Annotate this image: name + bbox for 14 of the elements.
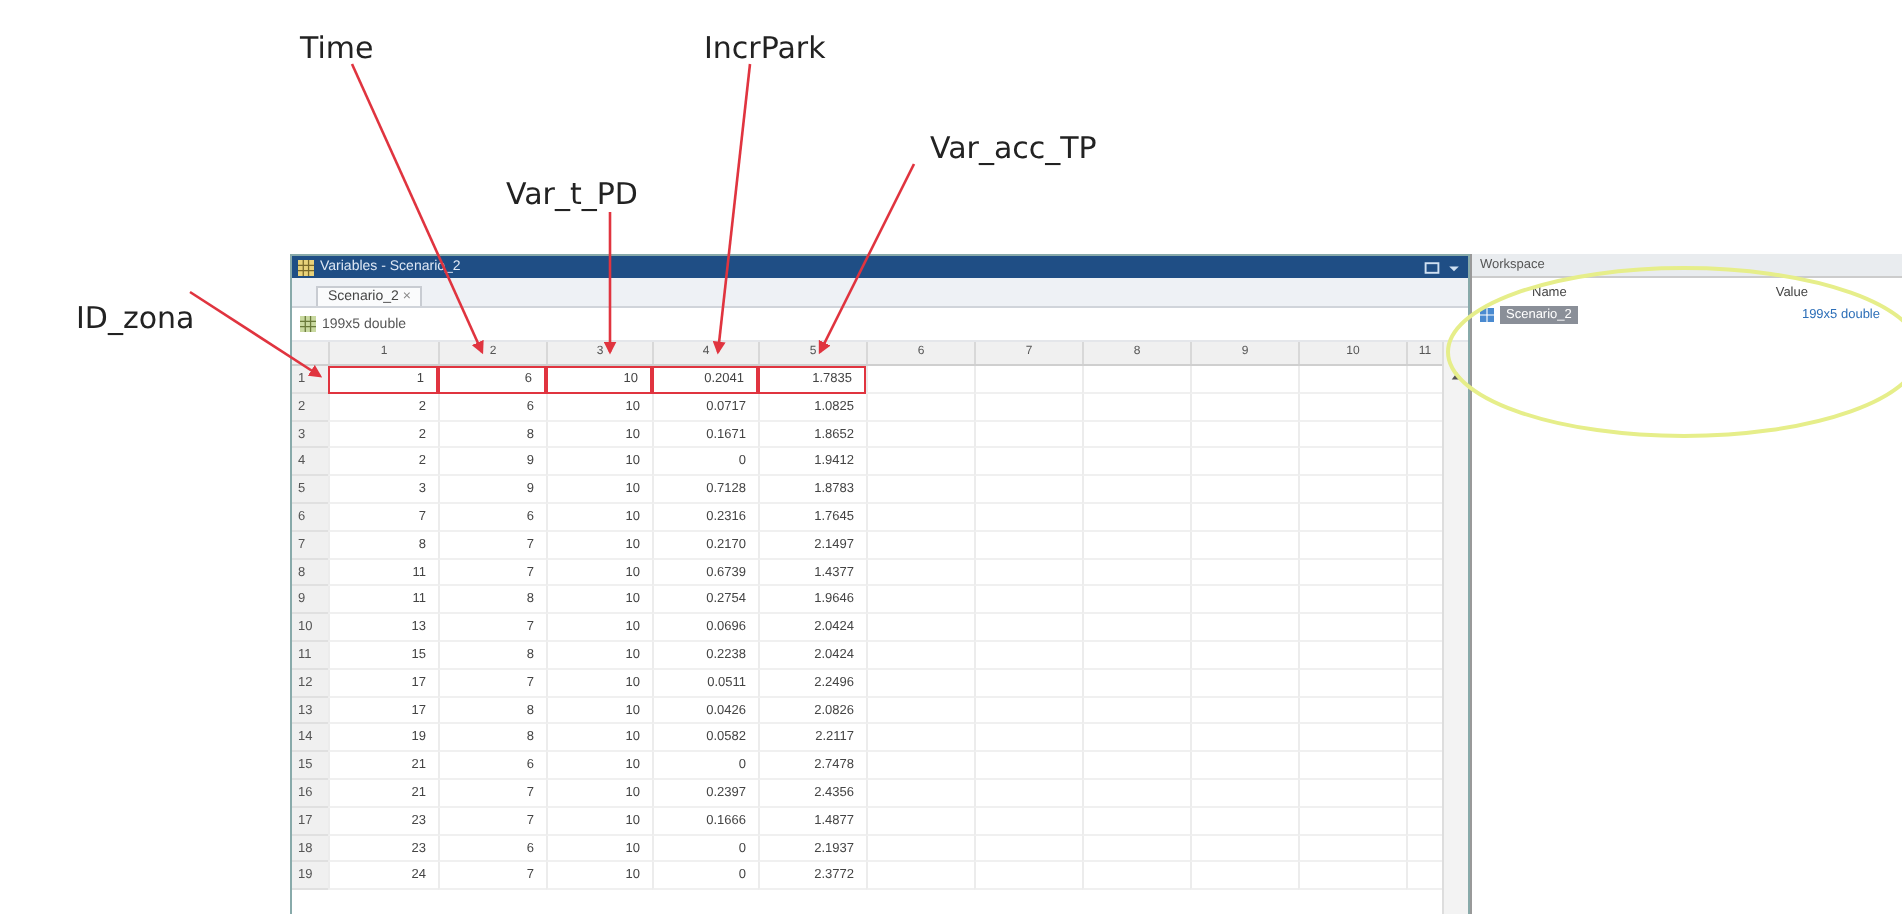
- grid-icon: [1480, 308, 1494, 322]
- up-arrow-icon[interactable]: [1449, 370, 1463, 382]
- empty-cell: [866, 393, 974, 422]
- annotation-label: Var_acc_TP: [930, 130, 1097, 166]
- scrollbar[interactable]: [1442, 342, 1468, 914]
- leader-line: [603, 212, 617, 355]
- leader-line: [189, 290, 323, 378]
- annotation-label: Var_t_PD: [506, 176, 638, 212]
- dock-icon[interactable]: [1424, 259, 1440, 275]
- annotation-label: IncrPark: [704, 30, 826, 66]
- annotation-label: ID_zona: [76, 300, 195, 336]
- grid-icon: [298, 259, 314, 275]
- annotation-label: Time: [300, 30, 374, 66]
- grid-icon: [300, 316, 316, 332]
